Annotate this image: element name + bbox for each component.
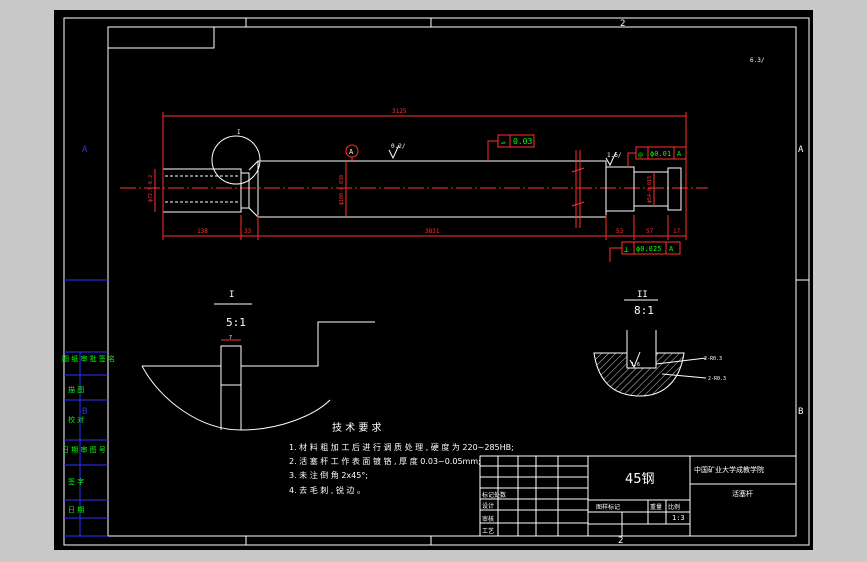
zone-label-top: 2 [620, 19, 625, 29]
strip-cell-2: 描 图 [68, 385, 84, 394]
title-row-2: 设计 [482, 502, 494, 510]
dim-6: 17 [673, 228, 681, 235]
title-row-4: 工艺 [482, 527, 494, 535]
dim-dia-mid: ϕ100-0.038 [339, 175, 345, 205]
title-school: 中国矿业大学成教学院 [694, 465, 764, 474]
strip-cell-6: 日 期 [68, 506, 84, 514]
title-scale: 1:3 [672, 514, 685, 522]
title-row-3: 审核 [482, 515, 494, 523]
zone-label-left-a: A [82, 145, 88, 155]
title-mid-2: 重量 [650, 503, 662, 511]
strip-cell-5: 签 字 [68, 477, 84, 486]
dim-2: 33 [244, 228, 252, 235]
title-row-1: 标记处数 [482, 491, 506, 499]
title-part-name: 活塞杆 [732, 489, 753, 498]
tech-req-line-2: 2. 活 塞 杆 工 作 表 面 镀 铬 , 厚 度 0.03~0.05mm; [289, 456, 481, 466]
cad-viewport[interactable]: 2 2 A A B B 图 纸 审 批 签 名 描 图 校 对 日 期 审 图 … [0, 0, 867, 562]
tech-req-line-4: 4. 去 毛 刺 , 锐 边 。 [289, 485, 365, 495]
tech-req-title: 技 术 要 求 [332, 421, 382, 434]
flatness-symbol: ▱ [501, 138, 506, 147]
tech-req-line-1: 1. 材 料 粗 加 工 后 进 行 调 质 处 理 , 硬 度 为 220~2… [289, 442, 514, 452]
runout-top-value: ϕ0.01 [650, 150, 671, 158]
dim-5: 57 [646, 228, 654, 235]
detail-i-scale: 5:1 [226, 316, 246, 329]
runout-bottom-value: ϕ0.025 [636, 245, 661, 253]
detail-i-dim: 7 [229, 335, 232, 341]
dim-1: 138 [197, 228, 208, 235]
detail-ii-label: II [637, 290, 648, 300]
title-mid-3: 比例 [668, 503, 680, 511]
dim-dia-left: ϕ72.5-0.2 [148, 175, 154, 202]
dim-3: 3831 [425, 228, 440, 235]
strip-cell-4: 日 期 审 图 号 [62, 445, 106, 454]
runout-top-symbol: ◎ [638, 150, 643, 159]
general-roughness-note: 6.3/ [750, 57, 765, 64]
zone-label-right-b: B [798, 407, 803, 417]
zone-label-bottom: 2 [618, 536, 623, 546]
dim-4: 53 [616, 228, 624, 235]
dim-overall: 3125 [392, 108, 407, 115]
zone-label-right-a: A [798, 145, 804, 155]
title-material: 45钢 [625, 472, 655, 487]
strip-cell-3: 校 对 [68, 415, 84, 424]
title-mid-1: 图样标记 [596, 503, 620, 511]
strip-cell-1: 图 纸 审 批 签 名 [62, 354, 115, 363]
tech-req-line-3: 3. 未 注 倒 角 2x45°; [289, 470, 368, 480]
detail-ii-scale: 8:1 [634, 304, 654, 317]
flatness-value: 0.03 [513, 137, 532, 146]
detail-marker: I [237, 129, 241, 136]
drawing-sheet: 2 2 A A B B 图 纸 审 批 签 名 描 图 校 对 日 期 审 图 … [54, 10, 813, 550]
dim-dia-right: ϕ54-0.015 [647, 176, 653, 203]
detail-ii-callout-1: 2-R0.3 [704, 356, 722, 362]
runout-bottom-symbol: ⊥ [624, 245, 629, 254]
detail-i-label: I [229, 290, 234, 300]
detail-ii-callout-2: 2-R0.3 [708, 376, 726, 382]
